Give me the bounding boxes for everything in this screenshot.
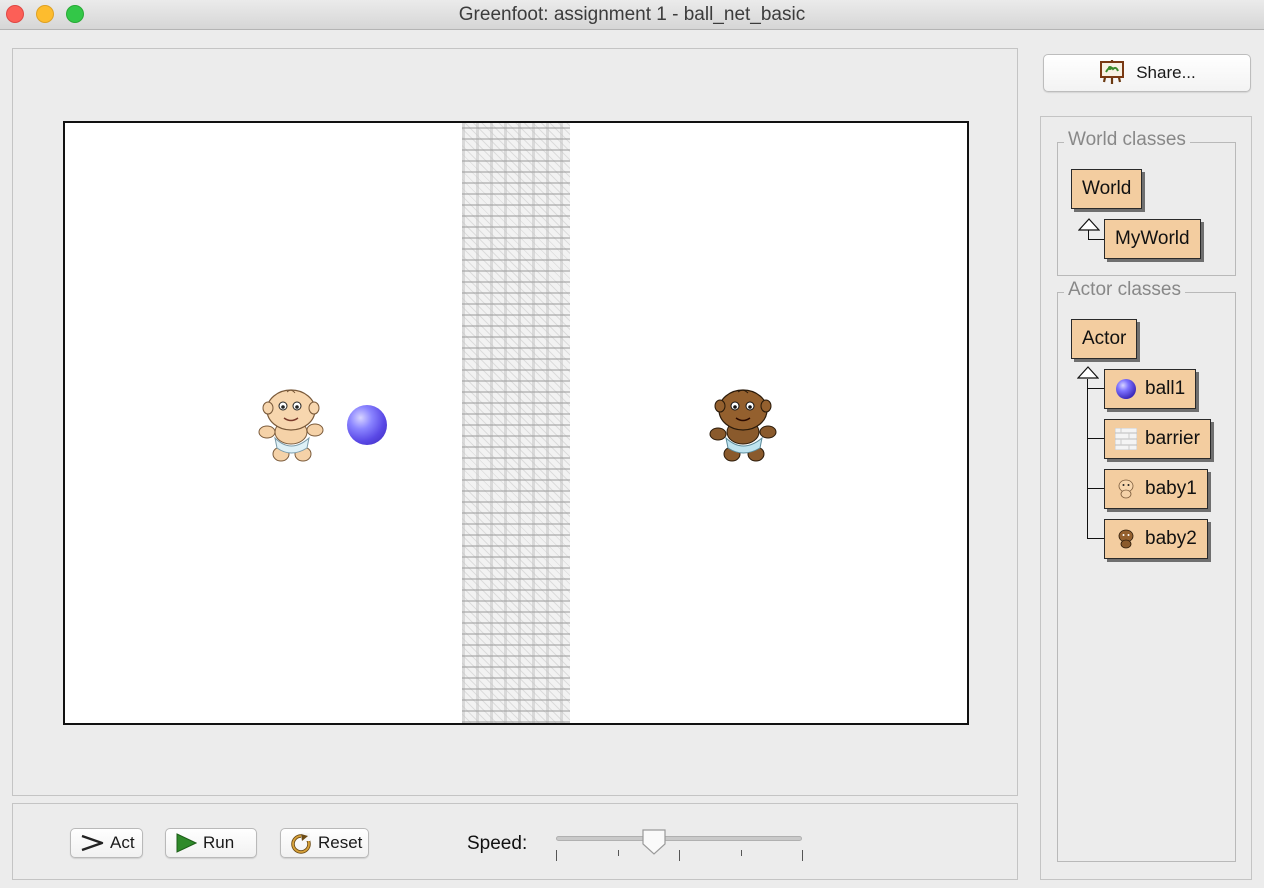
inheritance-line [1087, 388, 1104, 389]
class-baby2[interactable]: baby2 [1104, 519, 1208, 559]
class-ball1-label: ball1 [1145, 378, 1186, 399]
speed-tick [679, 850, 680, 861]
inheritance-line [1087, 488, 1104, 489]
inheritance-arrow-icon [1078, 218, 1100, 231]
class-browser-panel: World classes World MyWorld Actor classe… [1040, 116, 1252, 880]
class-baby1-label: baby1 [1145, 478, 1197, 499]
inheritance-line [1087, 538, 1104, 539]
ball1-actor[interactable] [347, 405, 387, 445]
class-world-label: World [1082, 178, 1132, 199]
act-arrow-icon [80, 834, 104, 852]
play-triangle-icon [175, 833, 197, 853]
inheritance-line [1087, 438, 1104, 439]
class-world[interactable]: World [1071, 169, 1143, 209]
actor-classes-group: Actor classes Actor ball1 barrier baby1 … [1057, 279, 1236, 862]
class-barrier[interactable]: barrier [1104, 419, 1211, 459]
inheritance-line [1087, 379, 1088, 539]
speed-label: Speed: [467, 833, 528, 854]
world-classes-title: World classes [1064, 129, 1190, 151]
share-button[interactable]: Share... [1043, 54, 1251, 92]
execution-controls: Act Run Reset Speed: [12, 803, 1018, 880]
class-barrier-label: barrier [1145, 428, 1200, 449]
world-classes-group: World classes World MyWorld [1057, 129, 1236, 276]
window-titlebar: Greenfoot: assignment 1 - ball_net_basic [0, 0, 1264, 30]
reset-button-label: Reset [318, 833, 363, 852]
share-button-label: Share... [1136, 63, 1196, 82]
class-myworld-label: MyWorld [1115, 228, 1190, 249]
easel-picture-icon [1098, 56, 1126, 91]
class-actor[interactable]: Actor [1071, 319, 1138, 359]
speed-slider-ticks [556, 850, 803, 862]
actor-classes-title: Actor classes [1064, 279, 1185, 301]
barrier-icon [1115, 428, 1137, 450]
baby1-icon [1115, 478, 1137, 500]
act-button[interactable]: Act [70, 828, 143, 858]
baby1-actor[interactable] [257, 388, 325, 464]
reset-button[interactable]: Reset [280, 828, 369, 858]
speed-slider-track [556, 836, 802, 841]
speed-tick [740, 850, 742, 856]
ball-icon [1115, 378, 1137, 400]
baby2-actor[interactable] [708, 388, 778, 464]
window-title: Greenfoot: assignment 1 - ball_net_basic [458, 4, 806, 25]
class-baby2-label: baby2 [1145, 528, 1197, 549]
act-button-label: Act [110, 833, 135, 852]
speed-slider-thumb[interactable] [641, 828, 667, 856]
speed-tick [617, 850, 619, 856]
class-ball1[interactable]: ball1 [1104, 369, 1197, 409]
class-baby1[interactable]: baby1 [1104, 469, 1208, 509]
speed-tick [556, 850, 557, 861]
world-canvas[interactable] [63, 121, 969, 725]
class-myworld[interactable]: MyWorld [1104, 219, 1201, 259]
barrier-actor[interactable] [462, 123, 570, 723]
reset-circular-arrow-icon [290, 832, 312, 854]
speed-slider[interactable] [553, 828, 805, 862]
speed-tick [802, 850, 803, 861]
class-actor-label: Actor [1082, 328, 1127, 349]
run-button[interactable]: Run [165, 828, 257, 858]
inheritance-line [1088, 239, 1104, 240]
baby2-icon [1115, 528, 1137, 550]
inheritance-arrow-icon [1077, 366, 1099, 379]
run-button-label: Run [203, 833, 235, 852]
